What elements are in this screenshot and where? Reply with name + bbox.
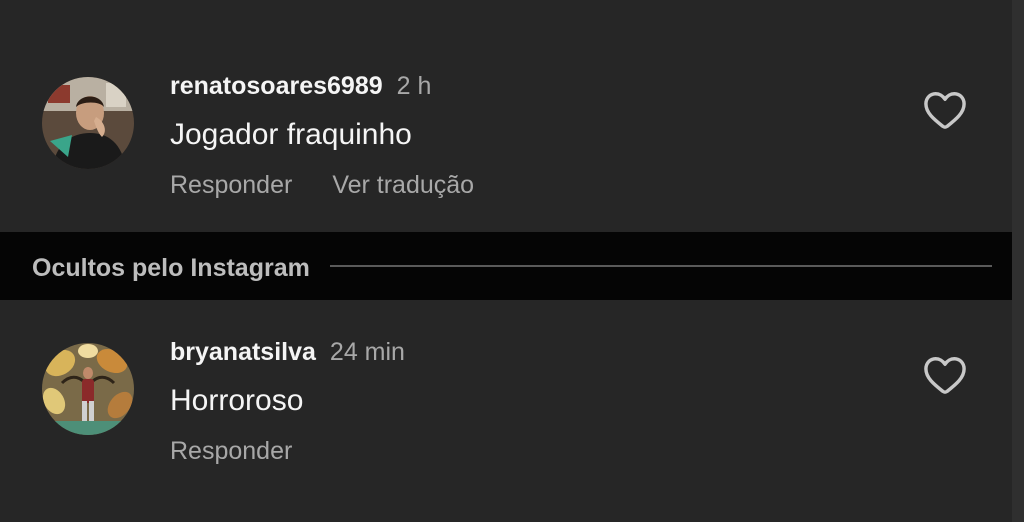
heart-outline-icon[interactable] (922, 353, 968, 395)
reply-button[interactable]: Responder (170, 171, 292, 199)
comment-text: Jogador fraquinho (170, 118, 412, 151)
avatar-photo (42, 343, 134, 435)
comment-text: Horroroso (170, 384, 304, 417)
avatar[interactable] (42, 77, 134, 169)
avatar-photo (42, 77, 134, 169)
hidden-comments-label: Ocultos pelo Instagram (32, 254, 310, 282)
timestamp: 24 min (329, 338, 405, 366)
reply-button[interactable]: Responder (170, 437, 292, 465)
comment-header: bryanatsilva 24 min (170, 338, 405, 367)
comments-screen: renatosoares6989 2 h Jogador fraquinho Re… (0, 0, 1024, 522)
comment-actions: Responder Ver tradução (170, 171, 474, 200)
avatar[interactable] (42, 343, 134, 435)
timestamp: 2 h (396, 72, 432, 100)
username[interactable]: renatosoares6989 (170, 72, 383, 100)
heart-outline-icon[interactable] (922, 88, 968, 130)
comment-actions: Responder (170, 437, 292, 466)
scrollbar[interactable] (1012, 0, 1024, 522)
cutoff-previous-comment (170, 0, 198, 12)
see-translation-button[interactable]: Ver tradução (332, 171, 474, 199)
hidden-comments-divider[interactable]: Ocultos pelo Instagram (0, 232, 1012, 300)
comment-header: renatosoares6989 2 h (170, 72, 431, 101)
username[interactable]: bryanatsilva (170, 338, 316, 366)
divider-line (330, 265, 992, 267)
